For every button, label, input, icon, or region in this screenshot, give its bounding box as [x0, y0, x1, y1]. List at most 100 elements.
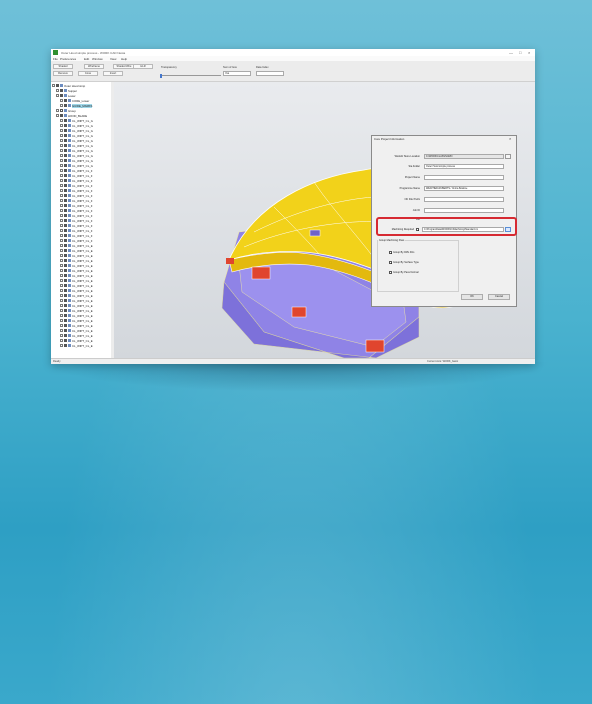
visibility-checkbox[interactable] [64, 234, 67, 237]
minimize-button[interactable]: — [509, 50, 513, 55]
visibility-checkbox[interactable] [64, 344, 67, 347]
expand-toggle-icon[interactable] [60, 314, 63, 317]
transparency-slider-thumb[interactable] [160, 73, 162, 78]
visibility-checkbox[interactable] [64, 189, 67, 192]
visibility-checkbox[interactable] [64, 184, 67, 187]
visibility-checkbox[interactable] [64, 209, 67, 212]
expand-toggle-icon[interactable] [60, 344, 63, 347]
visibility-checkbox[interactable] [64, 104, 67, 107]
option-row[interactable]: Group By Diffs Dirs [389, 251, 414, 254]
expand-toggle-icon[interactable] [60, 289, 63, 292]
visibility-checkbox[interactable] [64, 134, 67, 137]
shaded-wire-button[interactable]: Shaded Wire [113, 64, 135, 69]
expand-toggle-icon[interactable] [60, 179, 63, 182]
expand-toggle-icon[interactable] [60, 309, 63, 312]
visibility-checkbox[interactable] [64, 244, 67, 247]
option-checkbox[interactable] [389, 271, 392, 274]
visibility-checkbox[interactable] [60, 94, 63, 97]
dialog-close-button[interactable]: × [509, 136, 511, 141]
expand-toggle-icon[interactable] [60, 269, 63, 272]
expand-toggle-icon[interactable] [60, 169, 63, 172]
option-checkbox[interactable] [389, 261, 392, 264]
nc-prefix-field[interactable] [424, 197, 504, 202]
visibility-checkbox[interactable] [60, 114, 63, 117]
visibility-checkbox[interactable] [64, 264, 67, 267]
visibility-checkbox[interactable] [64, 139, 67, 142]
expand-toggle-icon[interactable] [60, 154, 63, 157]
expand-toggle-icon[interactable] [60, 264, 63, 267]
browse-folder-icon[interactable] [505, 154, 511, 159]
expand-toggle-icon[interactable] [60, 144, 63, 147]
visibility-checkbox[interactable] [64, 339, 67, 342]
visibility-checkbox[interactable] [64, 274, 67, 277]
expand-toggle-icon[interactable] [60, 99, 63, 102]
expand-toggle-icon[interactable] [60, 204, 63, 207]
expand-toggle-icon[interactable] [60, 124, 63, 127]
expand-toggle-icon[interactable] [60, 229, 63, 232]
visibility-checkbox[interactable] [64, 279, 67, 282]
project-name-field[interactable] [424, 175, 504, 180]
visibility-checkbox[interactable] [64, 99, 67, 102]
cancel-button[interactable]: Cancel [488, 294, 510, 300]
visibility-checkbox[interactable] [64, 289, 67, 292]
cone-button[interactable]: Cone [78, 71, 98, 76]
expand-toggle-icon[interactable] [60, 304, 63, 307]
hlr-button[interactable]: HLR [133, 64, 153, 69]
visibility-checkbox[interactable] [60, 109, 63, 112]
expand-toggle-icon[interactable] [60, 184, 63, 187]
data-index-input[interactable] [256, 71, 284, 76]
menu-view[interactable]: View [110, 57, 116, 61]
visibility-checkbox[interactable] [64, 144, 67, 147]
visibility-checkbox[interactable] [64, 249, 67, 252]
expand-toggle-icon[interactable] [60, 299, 63, 302]
visibility-checkbox[interactable] [64, 124, 67, 127]
expand-toggle-icon[interactable] [56, 109, 59, 112]
wireframe-button[interactable]: Wireframe [84, 64, 104, 69]
expand-toggle-icon[interactable] [52, 84, 55, 87]
maximize-button[interactable]: □ [519, 50, 521, 55]
expand-toggle-icon[interactable] [60, 214, 63, 217]
expand-toggle-icon[interactable] [56, 94, 59, 97]
visibility-checkbox[interactable] [64, 229, 67, 232]
expand-toggle-icon[interactable] [60, 284, 63, 287]
expand-toggle-icon[interactable] [60, 249, 63, 252]
expand-toggle-icon[interactable] [60, 294, 63, 297]
expand-toggle-icon[interactable] [60, 119, 63, 122]
expand-toggle-icon[interactable] [60, 149, 63, 152]
expand-toggle-icon[interactable] [60, 259, 63, 262]
expand-toggle-icon[interactable] [60, 159, 63, 162]
invert-button[interactable]: Invert [103, 71, 123, 76]
expand-toggle-icon[interactable] [60, 244, 63, 247]
option-checkbox[interactable] [389, 251, 392, 254]
visibility-checkbox[interactable] [64, 294, 67, 297]
visibility-checkbox[interactable] [64, 179, 67, 182]
visibility-checkbox[interactable] [64, 219, 67, 222]
visibility-checkbox[interactable] [64, 304, 67, 307]
menu-edit[interactable]: Edit [84, 57, 89, 61]
expand-toggle-icon[interactable] [60, 279, 63, 282]
programme-name-field[interactable]: WEATHER-RUBERTS / Cintra Bowline [424, 186, 504, 191]
expand-toggle-icon[interactable] [60, 164, 63, 167]
visibility-checkbox[interactable] [64, 174, 67, 177]
expand-toggle-icon[interactable] [60, 239, 63, 242]
menu-window[interactable]: Window [92, 57, 103, 61]
expand-toggle-icon[interactable] [60, 224, 63, 227]
visibility-checkbox[interactable] [64, 149, 67, 152]
expand-toggle-icon[interactable] [60, 324, 63, 327]
expand-toggle-icon[interactable] [60, 254, 63, 257]
expand-toggle-icon[interactable] [60, 234, 63, 237]
close-button[interactable]: × [528, 50, 530, 55]
expand-toggle-icon[interactable] [60, 319, 63, 322]
expand-toggle-icon[interactable] [60, 329, 63, 332]
visibility-checkbox[interactable] [60, 89, 63, 92]
visibility-checkbox[interactable] [64, 284, 67, 287]
visibility-checkbox[interactable] [64, 329, 67, 332]
visibility-checkbox[interactable] [64, 154, 67, 157]
visibility-checkbox[interactable] [64, 319, 67, 322]
visibility-checkbox[interactable] [64, 119, 67, 122]
option-row[interactable]: Group By Pass Normal [389, 271, 419, 274]
expand-toggle-icon[interactable] [60, 219, 63, 222]
visibility-checkbox[interactable] [64, 199, 67, 202]
menu-preferences[interactable]: Preferences [60, 57, 76, 61]
visibility-checkbox[interactable] [64, 309, 67, 312]
